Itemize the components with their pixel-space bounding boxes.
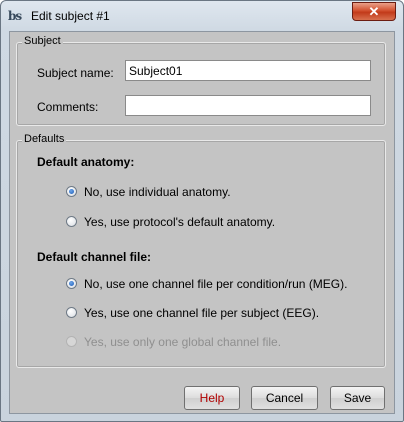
radio-button xyxy=(66,336,77,347)
radio-button[interactable] xyxy=(66,216,77,227)
title-bar[interactable]: bs Edit subject #1 ✕ xyxy=(1,1,403,29)
subject-name-label: Subject name: xyxy=(37,66,114,80)
defaults-group: Defaults Default anatomy: No, use indivi… xyxy=(16,133,386,368)
comments-input[interactable] xyxy=(125,95,371,116)
cancel-button[interactable]: Cancel xyxy=(251,386,318,410)
close-icon: ✕ xyxy=(368,4,380,19)
subject-name-input[interactable] xyxy=(125,60,371,81)
radio-label: Yes, use protocol's default anatomy. xyxy=(84,215,276,229)
subject-group-legend: Subject xyxy=(22,35,63,47)
help-button[interactable]: Help xyxy=(184,386,240,410)
subject-group: Subject Subject name: Comments: xyxy=(16,35,386,126)
brainstorm-logo-icon: bs xyxy=(8,9,22,23)
save-button[interactable]: Save xyxy=(330,386,385,410)
radio-label: Yes, use one channel file per subject (E… xyxy=(84,306,320,320)
window-title: Edit subject #1 xyxy=(31,9,110,23)
radio-button[interactable] xyxy=(66,278,77,289)
radio-label: No, use one channel file per condition/r… xyxy=(84,277,348,291)
comments-label: Comments: xyxy=(37,100,99,114)
defaults-group-legend: Defaults xyxy=(22,133,67,145)
dialog-content: Subject Subject name: Comments: Defaults… xyxy=(9,31,395,414)
radio-button[interactable] xyxy=(66,186,77,197)
default-channel-heading: Default channel file: xyxy=(37,250,152,264)
default-anatomy-heading: Default anatomy: xyxy=(37,155,135,169)
close-button[interactable]: ✕ xyxy=(352,2,396,21)
radio-button[interactable] xyxy=(66,307,77,318)
dialog-window: bs Edit subject #1 ✕ Subject Subject nam… xyxy=(0,0,404,422)
radio-label: No, use individual anatomy. xyxy=(84,185,231,199)
radio-label: Yes, use only one global channel file. xyxy=(84,335,282,349)
